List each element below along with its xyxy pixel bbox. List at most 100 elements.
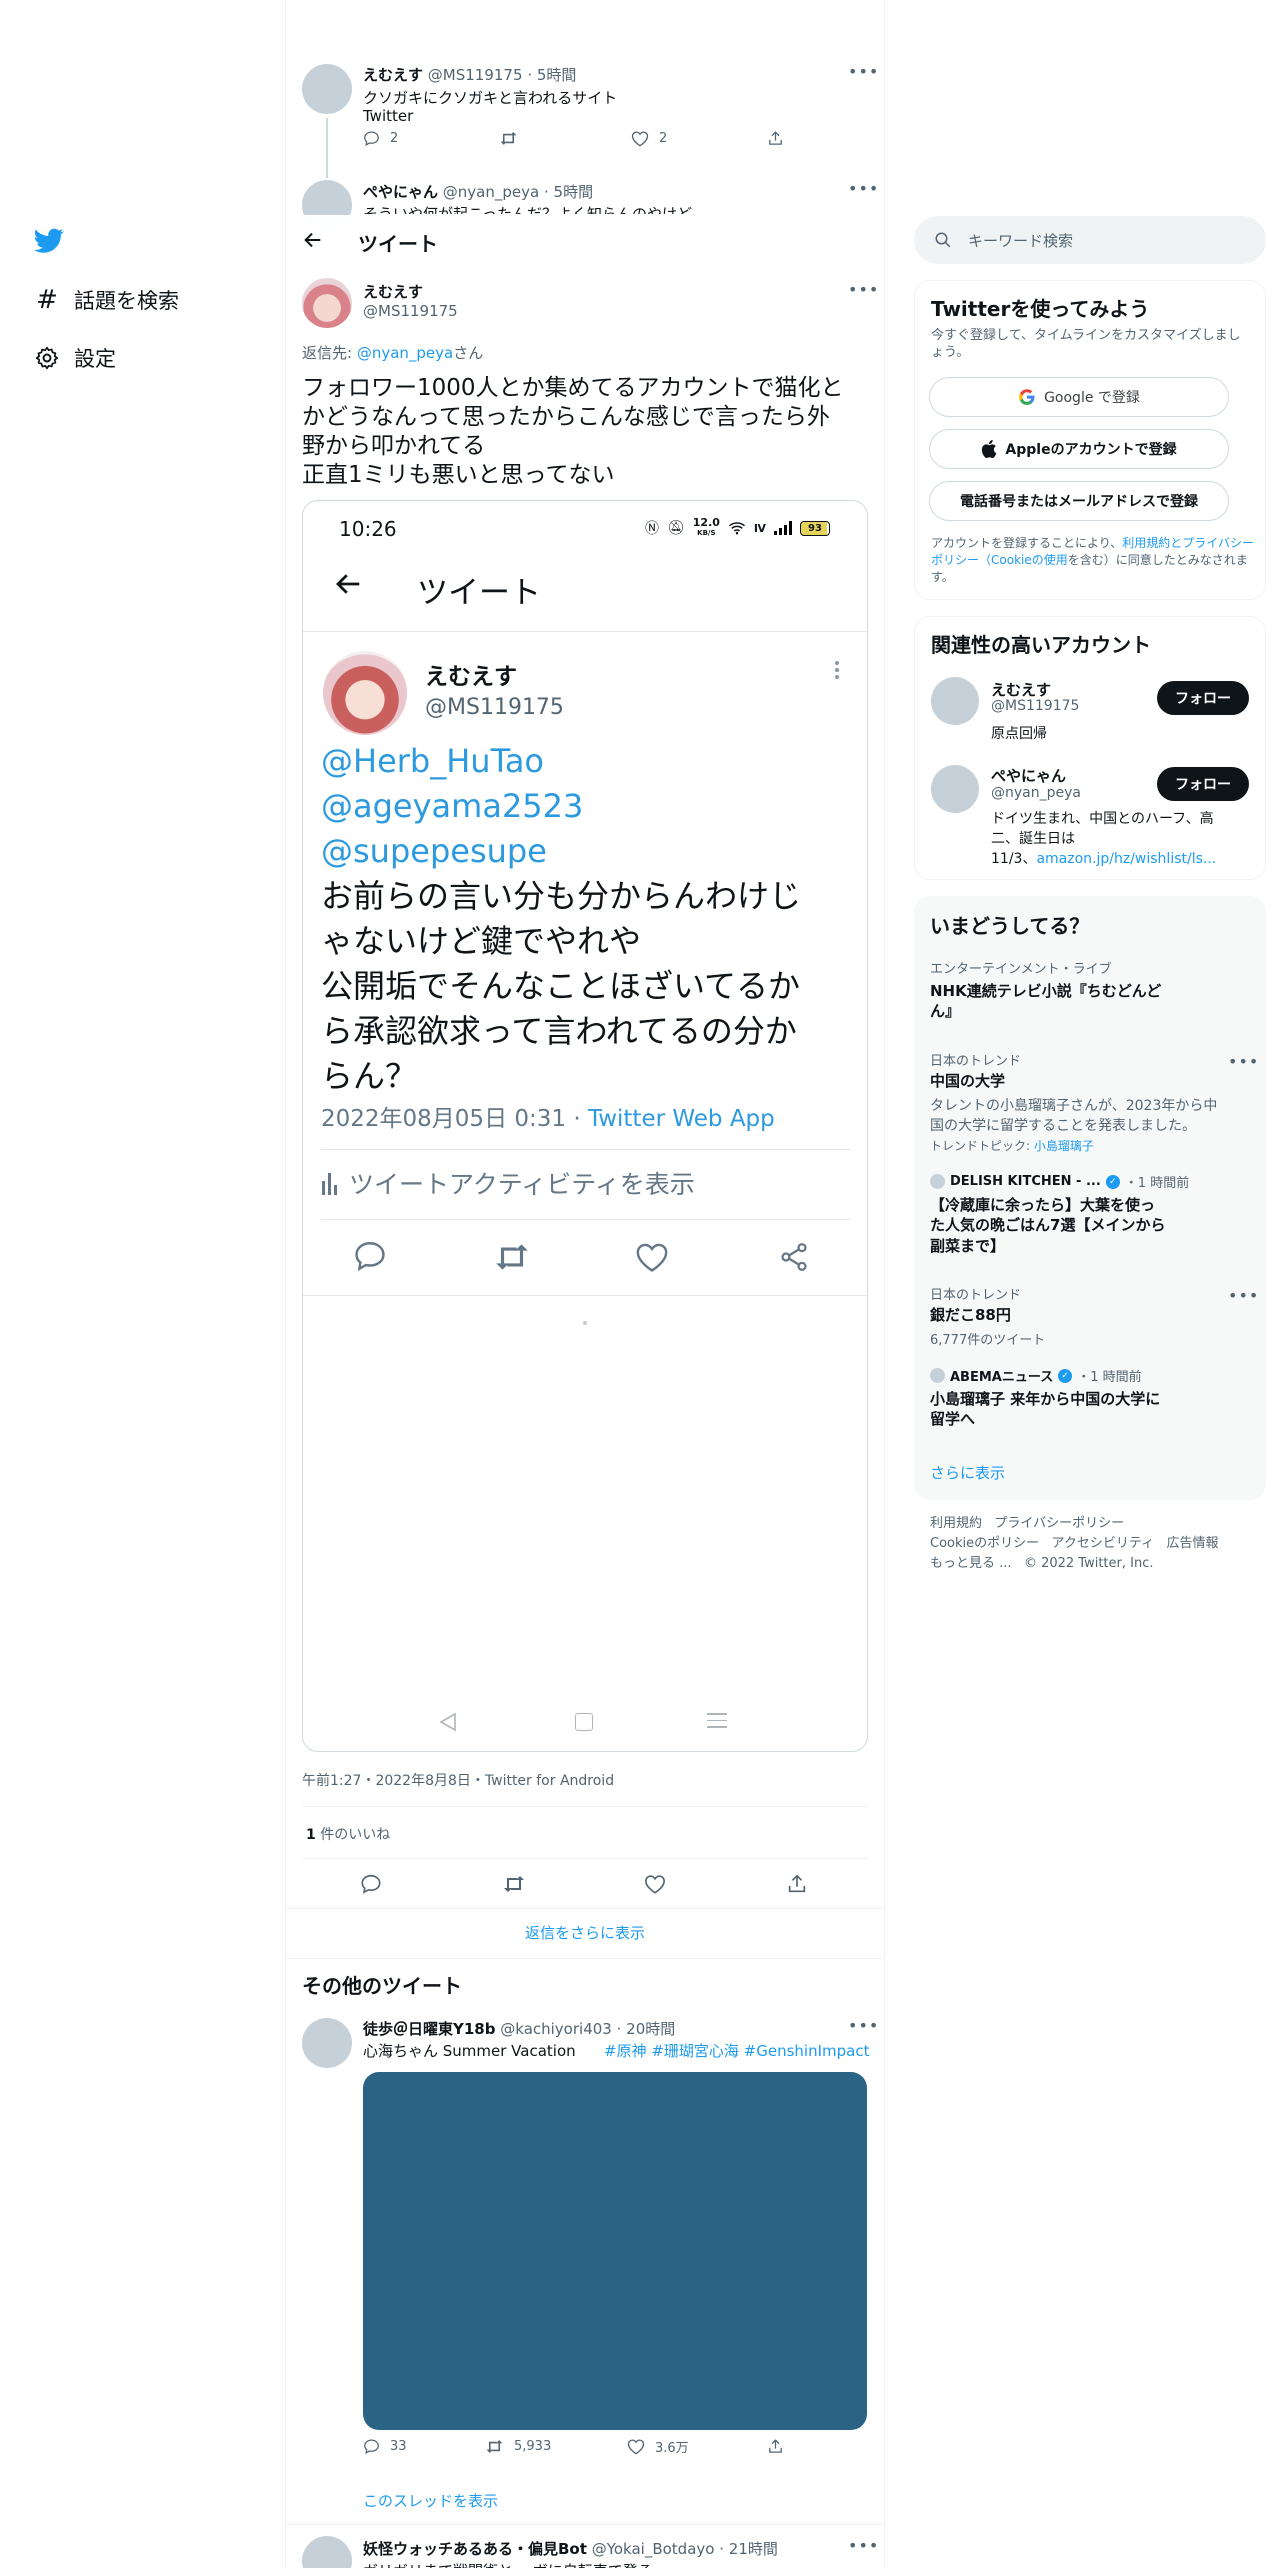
more-icon[interactable]: •••	[848, 179, 879, 198]
tweet-text-line: Twitter	[363, 107, 414, 125]
tweet-author-name[interactable]: ぺやにゃん	[363, 183, 438, 201]
tweet-author-handle[interactable]: @MS119175	[428, 66, 523, 84]
avatar[interactable]	[931, 677, 979, 725]
more-icon[interactable]: •••	[848, 280, 879, 299]
phone-email-signup-button[interactable]: 電話番号またはメールアドレスで登録	[929, 481, 1229, 521]
more-icon[interactable]: •••	[848, 62, 879, 81]
trend-item[interactable]: エンターテインメント・ライブ NHK連続テレビ小説『ちむどんど ん』	[930, 958, 1230, 1022]
tweet-hashtags[interactable]: #原神 #珊瑚宮心海 #GenshinImpact	[604, 2040, 869, 2061]
footer-link[interactable]: 広告情報	[1167, 1536, 1219, 1551]
avatar[interactable]	[302, 278, 352, 328]
tweet-time[interactable]: 21時間	[729, 2540, 778, 2558]
tweet-author-name[interactable]: 徒歩＠日曜東Y18b	[363, 2020, 495, 2038]
tweet-author-handle[interactable]: @MS119175	[363, 302, 458, 320]
tweet-author-handle[interactable]: @kachiyori403	[500, 2020, 612, 2038]
more-icon[interactable]: •••	[1228, 1286, 1259, 1305]
show-more-replies[interactable]: 返信をさらに表示	[286, 1922, 884, 1943]
share-button[interactable]	[767, 130, 784, 147]
share-button[interactable]	[767, 2438, 784, 2455]
tweet-time[interactable]: 20時間	[626, 2020, 675, 2038]
likes-count: 1	[306, 1827, 316, 1843]
tweet-header: 徒歩＠日曜東Y18b @kachiyori403 · 20時間	[363, 2020, 676, 2038]
search-box[interactable]: キーワード検索	[914, 216, 1266, 264]
likes-count-row[interactable]: 1 件のいいね	[306, 1824, 390, 1844]
avatar[interactable]	[302, 2536, 352, 2568]
tweet-author-name[interactable]: えむえす	[363, 281, 423, 302]
like-button[interactable]	[644, 1873, 666, 1895]
search-input[interactable]: キーワード検索	[968, 230, 1073, 251]
footer-link[interactable]: もっと見る ...	[930, 1556, 1012, 1571]
tweet-author-name[interactable]: えむえす	[363, 66, 423, 84]
tweet-activity: ツイートアクティビティを表示	[321, 1165, 695, 1201]
nav-explore[interactable]: # 話題を検索	[34, 285, 179, 315]
divider	[302, 1858, 868, 1859]
nav-settings[interactable]: 設定	[34, 343, 116, 373]
tweet-media-screenshot[interactable]: 10:26 Ⓝ 🔕︎ 12.0 KB/S Ⅳ 93 ツイート えむえす @MS11…	[302, 500, 868, 1752]
trend-item[interactable]: ABEMAニュース ✓ ・1 時間前 小島瑠璃子 来年から中国の大学に 留学へ	[930, 1366, 1230, 1430]
trend-item[interactable]: DELISH KITCHEN - ... ✓ ・1 時間前 【冷蔵庫に余ったら】…	[930, 1172, 1230, 1256]
tweet-timestamp[interactable]: 午前1:27・2022年8月8日・Twitter for Android	[302, 1770, 614, 1790]
follow-button[interactable]: フォロー	[1157, 681, 1249, 715]
trend-item[interactable]: 日本のトレンド 中国の大学 タレントの小島瑠璃子さんが、2023年から中 国の大…	[930, 1050, 1260, 1154]
show-thread-link[interactable]: このスレッドを表示	[363, 2490, 498, 2511]
footer-link[interactable]: アクセシビリティ	[1052, 1536, 1155, 1551]
follow-button[interactable]: フォロー	[1157, 767, 1249, 801]
back-arrow-icon	[331, 569, 365, 599]
relevant-title: 関連性の高いアカウント	[931, 633, 1151, 657]
trend-topic-link[interactable]: 小島瑠璃子	[1034, 1139, 1094, 1153]
more-icon[interactable]: •••	[848, 2536, 879, 2555]
tweet-author-name[interactable]: 妖怪ウォッチあるある・偏見Bot	[363, 2540, 587, 2558]
account-name[interactable]: えむえす	[991, 679, 1051, 700]
tweet-media-image[interactable]	[363, 2072, 867, 2430]
wifi-icon	[728, 521, 746, 535]
tweet-author-handle[interactable]: @nyan_peya	[443, 183, 539, 201]
reply-count: 2	[390, 130, 399, 146]
tweet-author-handle[interactable]: @Yokai_Botdayo	[592, 2540, 715, 2558]
account-bio: ドイツ生まれ、中国とのハーフ、高 二、誕生日は 11/3、amazon.jp/h…	[991, 811, 1217, 867]
embedded-header-title: ツイート	[417, 575, 541, 611]
account-name[interactable]: ぺやにゃん	[991, 765, 1066, 786]
trend-item[interactable]: 日本のトレンド 銀だこ88円 6,777件のツイート	[930, 1284, 1230, 1348]
footer-link[interactable]: プライバシーポリシー	[994, 1516, 1124, 1531]
tweet-time[interactable]: 5時間	[537, 66, 577, 84]
tweet-header: えむえす @MS119175 · 5時間	[363, 66, 577, 84]
wishlist-link[interactable]: amazon.jp/hz/wishlist/ls...	[1036, 851, 1216, 867]
avatar[interactable]	[302, 2018, 352, 2068]
show-more-trends[interactable]: さらに表示	[930, 1462, 1005, 1483]
google-signup-button[interactable]: Google で登録	[929, 377, 1229, 417]
like-button[interactable]: 2	[631, 130, 667, 147]
like-button[interactable]: 3.6万	[627, 2437, 689, 2456]
apple-icon	[981, 440, 997, 458]
retweet-count: 5,933	[514, 2438, 552, 2454]
reply-button[interactable]: 2	[363, 130, 398, 147]
account-handle[interactable]: @nyan_peya	[991, 785, 1081, 801]
footer-link[interactable]: Cookieのポリシー	[930, 1536, 1039, 1551]
share-button[interactable]	[786, 1873, 808, 1895]
reply-button[interactable]	[360, 1873, 382, 1895]
trend-category: 日本のトレンド	[930, 1288, 1022, 1303]
apple-signup-button[interactable]: Appleのアカウントで登録	[929, 429, 1229, 469]
more-icon[interactable]: •••	[848, 2016, 879, 2035]
retweet-button[interactable]	[502, 1874, 526, 1894]
reply-button[interactable]: 33	[363, 2438, 407, 2455]
battery-icon: 93	[800, 520, 831, 536]
trend-title: 留学へ	[930, 1410, 976, 1429]
tweet-text-line: クソガキにクソガキと言われるサイト	[363, 89, 618, 107]
embedded-timestamp: 2022年08月05日 0:31 · Twitter Web App	[321, 1106, 775, 1132]
embedded-reply-icon	[353, 1239, 387, 1273]
twitter-logo-icon[interactable]	[34, 228, 64, 254]
tweet-time[interactable]: 5時間	[554, 183, 594, 201]
more-icon[interactable]: •••	[1228, 1052, 1259, 1071]
embedded-author-name: えむえす	[425, 664, 517, 690]
retweet-button[interactable]	[499, 130, 518, 147]
avatar[interactable]	[302, 64, 352, 114]
account-handle[interactable]: @MS119175	[991, 698, 1079, 714]
back-arrow-icon[interactable]	[302, 229, 324, 251]
retweet-button[interactable]: 5,933	[485, 2438, 551, 2455]
avatar[interactable]	[931, 765, 979, 813]
google-icon	[1018, 388, 1036, 406]
embedded-tweet-body: @Herb_HuTao @ageyama2523 @supepesupe お前ら…	[321, 739, 851, 1099]
signup-subtitle: 今すぐ登録して、タイムラインをカスタマイズしましょう。	[931, 328, 1241, 360]
reply-to-handle[interactable]: @nyan_peya	[357, 344, 453, 362]
footer-link[interactable]: 利用規約	[930, 1516, 982, 1531]
